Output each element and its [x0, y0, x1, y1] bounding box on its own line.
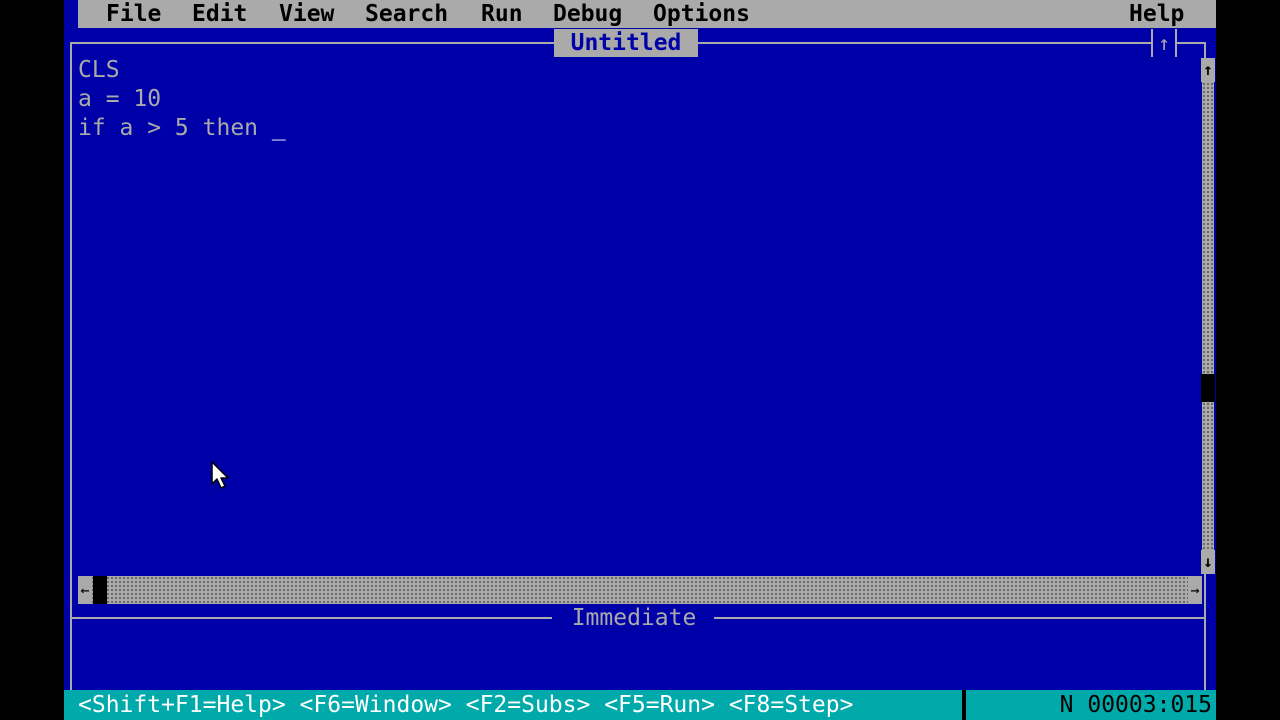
scroll-right-arrow-icon[interactable]: →: [1188, 576, 1202, 604]
code-line: CLS: [78, 57, 120, 83]
code-line-text: if a > 5 then: [78, 115, 272, 141]
vertical-scroll-thumb[interactable]: [1201, 374, 1215, 402]
menu-edit[interactable]: Edit: [192, 0, 247, 28]
maximize-icon[interactable]: ↑: [1151, 29, 1177, 57]
immediate-border-left: [72, 617, 552, 619]
text-cursor: _: [271, 115, 286, 141]
menu-view[interactable]: View: [279, 0, 334, 28]
menu-bar: File Edit View Search Run Debug Options …: [78, 0, 1216, 28]
menu-debug[interactable]: Debug: [553, 0, 622, 28]
vertical-scrollbar[interactable]: [1202, 58, 1214, 574]
menu-options[interactable]: Options: [653, 0, 750, 28]
menu-help[interactable]: Help: [1129, 0, 1184, 28]
menu-search[interactable]: Search: [365, 0, 448, 28]
code-line: a = 10: [78, 86, 162, 112]
status-bar: <Shift+F1=Help> <F6=Window> <F2=Subs> <F…: [64, 690, 1216, 720]
status-divider: [962, 690, 966, 720]
mouse-pointer-icon: [211, 461, 229, 489]
menu-file[interactable]: File: [106, 0, 161, 28]
scroll-up-arrow-icon[interactable]: ↑: [1201, 58, 1215, 82]
editor-title[interactable]: Untitled: [554, 29, 698, 57]
immediate-window-title[interactable]: Immediate: [554, 604, 714, 632]
immediate-window[interactable]: [78, 630, 1198, 688]
scroll-down-arrow-icon[interactable]: ↓: [1201, 550, 1215, 574]
status-shortcut-keys[interactable]: <Shift+F1=Help> <F6=Window> <F2=Subs> <F…: [78, 690, 853, 720]
menu-run[interactable]: Run: [481, 0, 523, 28]
horizontal-scroll-thumb[interactable]: [93, 576, 107, 604]
code-editor[interactable]: CLS a = 10 if a > 5 then _: [78, 56, 1198, 576]
cursor-position: N 00003:015: [1059, 692, 1212, 718]
code-line: if a > 5 then _: [78, 114, 1198, 143]
qbasic-screen: File Edit View Search Run Debug Options …: [64, 0, 1216, 720]
scroll-left-arrow-icon[interactable]: ←: [78, 576, 92, 604]
immediate-border-right: [714, 617, 1204, 619]
horizontal-scrollbar[interactable]: [78, 576, 1202, 604]
